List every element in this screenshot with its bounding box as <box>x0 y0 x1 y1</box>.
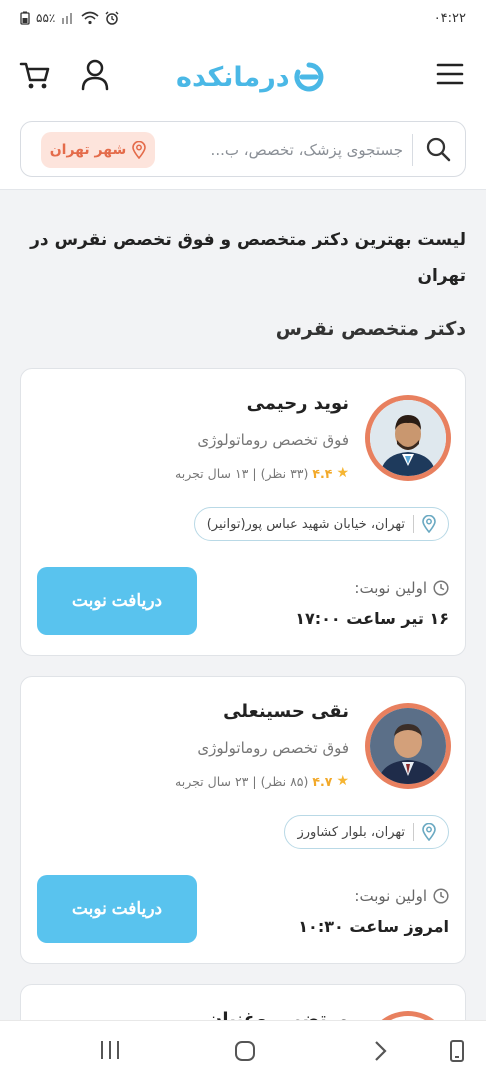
battery-percent: ۵۵٪ <box>36 11 56 25</box>
doctor-experience: ۲۳ سال تجربه <box>175 773 249 789</box>
doctor-avatar[interactable] <box>365 703 451 789</box>
cart-icon <box>19 62 50 89</box>
location-pin-icon <box>422 823 436 841</box>
phone-rotate-icon <box>450 1040 464 1062</box>
first-appointment-label: اولین نوبت: <box>354 887 449 905</box>
search-bar: شهر تهران <box>0 118 486 190</box>
alarm-icon <box>105 11 119 25</box>
book-appointment-button[interactable]: دریافت نوبت <box>37 875 197 943</box>
signal-icon <box>62 13 73 24</box>
location-pin-icon <box>422 515 436 533</box>
wifi-icon <box>81 11 99 25</box>
search-box: شهر تهران <box>20 121 466 177</box>
back-button[interactable] <box>370 1039 398 1063</box>
doctor-rating: ۴.۷ <box>312 773 333 789</box>
page-title: لیست بهترین دکتر متخصص و فوق تخصص نقرس د… <box>30 230 466 286</box>
doctor-experience: ۱۳ سال تجربه <box>175 465 249 481</box>
status-time: ۰۴:۲۲ <box>433 10 466 26</box>
doctor-specialty: فوق تخصص روماتولوژی <box>197 431 349 449</box>
star-icon: ★ <box>336 773 349 789</box>
first-appointment-label: اولین نوبت: <box>354 579 449 597</box>
search-icon[interactable] <box>425 136 451 162</box>
home-icon <box>235 1041 255 1061</box>
status-bar: ۵۵٪ ۰۴:۲۲ <box>0 0 486 36</box>
doctor-reviews: (۳۳ نظر) <box>260 465 309 481</box>
city-selector[interactable]: شهر تهران <box>41 132 155 168</box>
first-appointment-time: امروز ساعت ۱۰:۳۰ <box>298 917 449 936</box>
search-input[interactable] <box>191 136 403 164</box>
doctor-address[interactable]: تهران، خیابان شهید عباس پور(توانیر) <box>193 507 449 541</box>
doctor-card[interactable]: نوید رحیمی فوق تخصص روماتولوژی ★ ۴.۴ (۳۳… <box>20 368 466 656</box>
menu-icon <box>436 63 464 85</box>
doctor-meta: ★ ۴.۴ (۳۳ نظر) | ۱۳ سال تجربه <box>175 465 349 481</box>
address-divider <box>413 823 414 841</box>
first-appointment-time: ۱۶ تیر ساعت ۱۷:۰۰ <box>295 609 449 628</box>
star-icon: ★ <box>336 465 349 481</box>
status-icons: ۵۵٪ <box>20 11 119 25</box>
brand-logo[interactable]: درمانکده <box>176 60 324 94</box>
doctor-photo-icon <box>370 708 446 784</box>
doctor-name[interactable]: نوید رحیمی <box>247 393 349 414</box>
search-divider <box>412 134 413 166</box>
recent-apps-icon <box>101 1041 119 1059</box>
keyboard-switch-button[interactable] <box>448 1039 476 1063</box>
meta-separator: | <box>252 465 257 481</box>
city-label: شهر تهران <box>49 142 127 158</box>
doctor-avatar[interactable] <box>365 395 451 481</box>
address-text: تهران، بلوار کشاورز <box>297 824 405 840</box>
doctor-card[interactable]: نقی حسینعلی فوق تخصص روماتولوژی ★ ۴.۷ (۸… <box>20 676 466 964</box>
logo-text: درمانکده <box>176 61 291 93</box>
chevron-right-icon <box>375 1041 387 1061</box>
app-header: درمانکده <box>0 36 486 118</box>
doctor-address[interactable]: تهران، بلوار کشاورز <box>284 815 449 849</box>
book-appointment-button[interactable]: دریافت نوبت <box>37 567 197 635</box>
clock-icon <box>433 888 449 904</box>
cart-button[interactable] <box>18 58 54 94</box>
section-title: دکتر متخصص نقرس <box>275 318 466 340</box>
recent-apps-button[interactable] <box>98 1039 126 1063</box>
doctor-reviews: (۸۵ نظر) <box>260 773 309 789</box>
battery-icon <box>20 11 30 25</box>
clock-icon <box>433 580 449 596</box>
system-nav-bar <box>0 1020 486 1080</box>
doctor-rating: ۴.۴ <box>312 465 333 481</box>
logo-mark-icon <box>294 62 324 92</box>
home-button[interactable] <box>233 1039 261 1063</box>
doctor-name[interactable]: نقی حسینعلی <box>223 701 349 722</box>
location-pin-icon <box>132 141 147 159</box>
menu-button[interactable] <box>436 62 466 90</box>
account-button[interactable] <box>80 58 112 94</box>
doctor-meta: ★ ۴.۷ (۸۵ نظر) | ۲۳ سال تجربه <box>175 773 349 789</box>
address-divider <box>413 515 414 533</box>
doctor-specialty: فوق تخصص روماتولوژی <box>197 739 349 757</box>
address-text: تهران، خیابان شهید عباس پور(توانیر) <box>206 516 405 532</box>
doctor-photo-icon <box>370 400 446 476</box>
user-icon <box>81 59 109 91</box>
meta-separator: | <box>252 773 257 789</box>
